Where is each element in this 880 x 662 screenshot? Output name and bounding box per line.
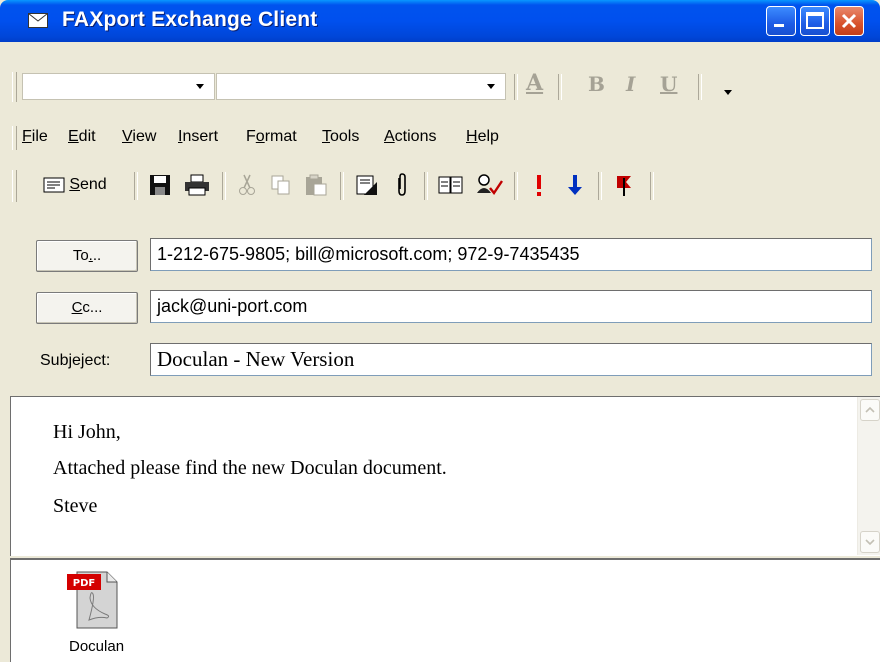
- toolbar-separator: [558, 74, 562, 100]
- send-label: Send: [69, 176, 107, 193]
- toolbar-separator: [340, 172, 344, 200]
- subject-label: Subjeject:: [40, 352, 111, 369]
- toolbar-separator: [424, 172, 428, 200]
- importance-high-icon: [537, 175, 541, 196]
- chevron-down-icon: [196, 84, 204, 89]
- flag-button[interactable]: [608, 169, 640, 201]
- cc-button[interactable]: Cc...: [36, 292, 138, 324]
- menu-bar: File Edit View Insert Format Tools Actio…: [10, 122, 880, 154]
- minimize-button[interactable]: [766, 6, 796, 36]
- maximize-button[interactable]: [800, 6, 830, 36]
- close-icon: [841, 13, 857, 29]
- print-icon: [185, 174, 209, 196]
- attach-icon: [398, 173, 406, 196]
- toolbar-options-icon[interactable]: [724, 90, 732, 95]
- importance-high-button[interactable]: [524, 169, 554, 201]
- to-field[interactable]: 1-212-675-9805; bill@microsoft.com; 972-…: [150, 238, 872, 271]
- insert-file-icon: [356, 175, 377, 195]
- address-book-button[interactable]: [434, 169, 468, 201]
- to-button[interactable]: To...: [36, 240, 138, 272]
- toolbar-grip[interactable]: [12, 72, 17, 102]
- pdf-badge: PDF: [73, 578, 95, 589]
- body-line: Attached please find the new Doculan doc…: [53, 457, 447, 479]
- menu-insert[interactable]: Insert: [178, 128, 218, 146]
- subject-field[interactable]: Doculan - New Version: [150, 343, 872, 376]
- menu-edit[interactable]: Edit: [68, 128, 96, 146]
- app-window: FAXport Exchange Client A B I U File Edi…: [0, 0, 880, 662]
- toolbar-separator: [514, 74, 518, 100]
- chevron-down-icon: [487, 84, 495, 89]
- address-book-icon: [438, 176, 463, 194]
- send-button[interactable]: Send: [22, 169, 128, 201]
- menu-format[interactable]: Format: [246, 128, 297, 146]
- copy-icon: [271, 175, 290, 195]
- attach-button[interactable]: [388, 169, 416, 201]
- close-button[interactable]: [834, 6, 864, 36]
- attachment-name[interactable]: Doculan: [69, 638, 124, 655]
- scroll-up-button[interactable]: [860, 399, 880, 421]
- menu-grip[interactable]: [12, 126, 17, 150]
- formatting-toolbar: A B I U: [10, 68, 750, 106]
- check-names-icon: [477, 174, 503, 196]
- window-title: FAXport Exchange Client: [62, 8, 318, 31]
- toolbar-separator: [698, 74, 702, 100]
- chevron-up-icon: [865, 406, 875, 413]
- menu-file[interactable]: File: [22, 128, 48, 146]
- title-bar[interactable]: FAXport Exchange Client: [0, 0, 880, 42]
- menu-view[interactable]: View: [122, 128, 156, 146]
- body-line: Steve: [53, 495, 98, 517]
- standard-toolbar: Send: [10, 166, 742, 206]
- flag-icon: [617, 176, 631, 196]
- maximize-icon: [806, 12, 824, 29]
- check-names-button[interactable]: [472, 169, 506, 201]
- menu-tools[interactable]: Tools: [322, 128, 359, 146]
- vertical-scrollbar[interactable]: [857, 397, 880, 555]
- envelope-icon: [28, 13, 48, 28]
- toolbar-separator: [222, 172, 226, 200]
- bold-icon[interactable]: B: [588, 72, 605, 96]
- print-button[interactable]: [180, 169, 214, 201]
- attachment-pane: PDF Doculan: [10, 558, 880, 662]
- scroll-down-button[interactable]: [860, 531, 880, 553]
- copy-button[interactable]: [266, 169, 296, 201]
- toolbar-separator: [134, 172, 138, 200]
- menu-actions[interactable]: Actions: [384, 128, 436, 146]
- cc-field[interactable]: jack@uni-port.com: [150, 290, 872, 323]
- importance-low-icon: [568, 175, 582, 195]
- toolbar-grip[interactable]: [12, 170, 17, 202]
- underline-icon[interactable]: U: [660, 72, 677, 96]
- pdf-file-icon: PDF: [67, 571, 118, 629]
- cut-icon: [239, 174, 255, 195]
- font-size-combo[interactable]: [216, 73, 506, 100]
- menu-help[interactable]: Help: [466, 128, 499, 146]
- minimize-icon: [774, 24, 784, 27]
- cut-button[interactable]: [232, 169, 262, 201]
- font-name-combo[interactable]: [22, 73, 215, 100]
- italic-icon[interactable]: I: [626, 72, 635, 96]
- message-body[interactable]: Hi John, Attached please find the new Do…: [10, 396, 880, 556]
- chevron-down-icon: [865, 539, 875, 546]
- toolbar-separator: [514, 172, 518, 200]
- importance-low-button[interactable]: [560, 169, 590, 201]
- save-button[interactable]: [144, 169, 176, 201]
- insert-file-button[interactable]: [350, 169, 384, 201]
- toolbar-separator: [598, 172, 602, 200]
- attachment-item[interactable]: PDF: [63, 568, 123, 632]
- send-icon: [43, 177, 65, 193]
- toolbar-separator: [650, 172, 654, 200]
- paste-icon: [306, 174, 327, 196]
- paste-button[interactable]: [300, 169, 332, 201]
- save-icon: [150, 175, 170, 195]
- body-line: Hi John,: [53, 421, 121, 443]
- font-color-icon[interactable]: A: [526, 70, 543, 96]
